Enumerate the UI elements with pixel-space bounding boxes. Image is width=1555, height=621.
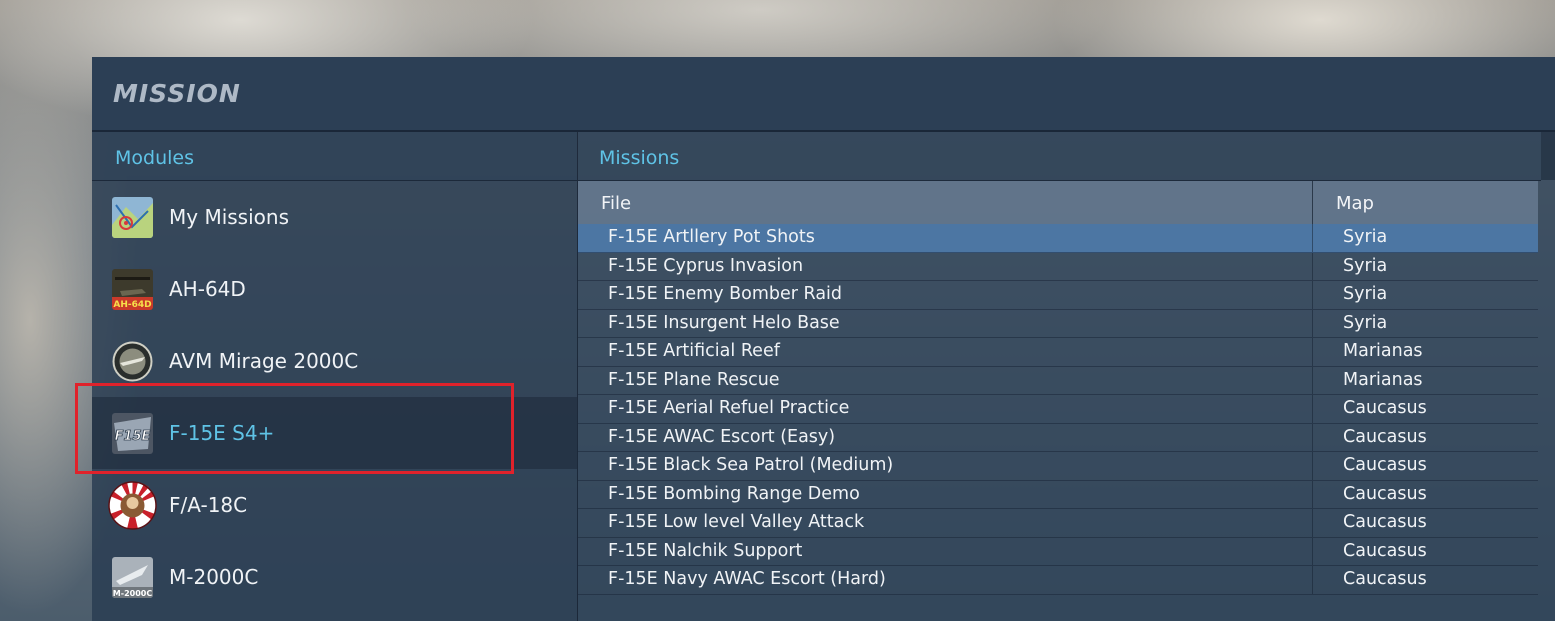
column-divider xyxy=(1312,224,1313,252)
column-divider xyxy=(1312,480,1313,508)
mission-file-cell: F-15E Artificial Reef xyxy=(608,341,780,361)
missions-table-body: F-15E Artllery Pot Shots Syria F-15E Cypru… xyxy=(578,224,1538,595)
mission-map-cell: Marianas xyxy=(1343,369,1423,390)
modules-header-label: Modules xyxy=(115,147,194,169)
module-item-ah-64d[interactable]: AH-64D AH-64D xyxy=(92,253,577,325)
column-divider xyxy=(1312,366,1313,394)
mission-file-cell: F-15E Enemy Bomber Raid xyxy=(608,284,843,304)
mission-file-cell: F-15E Plane Rescue xyxy=(608,369,780,390)
scrollbar[interactable] xyxy=(1541,132,1555,180)
mission-map-cell: Caucasus xyxy=(1343,512,1427,532)
column-divider xyxy=(1312,281,1313,309)
module-item-fa-18c[interactable]: F/A-18C xyxy=(92,469,577,541)
ah64d-icon: AH-64D xyxy=(112,269,153,310)
mission-map-cell: Marianas xyxy=(1343,341,1423,361)
module-label: M-2000C xyxy=(169,565,259,589)
mission-map-cell: Caucasus xyxy=(1343,426,1427,447)
column-divider xyxy=(1312,338,1313,366)
mission-file-cell: F-15E Black Sea Patrol (Medium) xyxy=(608,455,894,475)
mirage-emblem-icon xyxy=(112,341,153,382)
modules-header: Modules xyxy=(92,132,577,181)
mission-file-cell: F-15E Bombing Range Demo xyxy=(608,483,860,504)
fa18c-roundel-icon xyxy=(108,481,157,530)
column-divider xyxy=(1312,509,1313,537)
mission-row[interactable]: F-15E Navy AWAC Escort (Hard) Caucasus xyxy=(578,566,1538,595)
mission-file-cell: F-15E Navy AWAC Escort (Hard) xyxy=(608,569,886,589)
mission-row[interactable]: F-15E Cyprus Invasion Syria xyxy=(578,252,1538,281)
mission-map-cell: Syria xyxy=(1343,312,1388,333)
column-divider xyxy=(1312,452,1313,480)
column-header-file[interactable]: File xyxy=(601,193,631,214)
mission-window: MISSION Modules My Missions AH-64D AH-64… xyxy=(92,57,1555,621)
column-divider xyxy=(1312,423,1313,451)
m2000c-icon: M-2000C xyxy=(112,557,153,598)
modules-panel: Modules My Missions AH-64D AH-64D AVM Mi… xyxy=(92,132,578,621)
mission-row[interactable]: F-15E Artllery Pot Shots Syria xyxy=(578,224,1538,253)
column-divider[interactable] xyxy=(1312,181,1313,224)
mission-map-cell: Caucasus xyxy=(1343,398,1427,418)
column-divider xyxy=(1312,566,1313,594)
title-bar: MISSION xyxy=(92,57,1555,132)
column-header-map[interactable]: Map xyxy=(1336,193,1374,214)
mission-map-cell: Syria xyxy=(1343,255,1388,276)
mission-map-cell: Caucasus xyxy=(1343,569,1427,589)
mission-map-cell: Caucasus xyxy=(1343,540,1427,561)
f15e-icon: F15E xyxy=(112,413,153,454)
mission-row[interactable]: F-15E Nalchik Support Caucasus xyxy=(578,537,1538,566)
column-divider xyxy=(1312,252,1313,280)
mission-row[interactable]: F-15E Insurgent Helo Base Syria xyxy=(578,309,1538,338)
column-divider xyxy=(1312,395,1313,423)
mission-file-cell: F-15E Cyprus Invasion xyxy=(608,255,804,276)
mission-file-cell: F-15E Insurgent Helo Base xyxy=(608,312,840,333)
mission-file-cell: F-15E Low level Valley Attack xyxy=(608,512,865,532)
ah64d-icon-text: AH-64D xyxy=(113,300,151,310)
module-item-f-15e-s4[interactable]: F15E F-15E S4+ xyxy=(92,397,577,469)
module-item-my-missions[interactable]: My Missions xyxy=(92,181,577,253)
mission-row[interactable]: F-15E Low level Valley Attack Caucasus xyxy=(578,509,1538,538)
missions-table-header: File Map xyxy=(578,181,1538,225)
f15e-icon-text: F15E xyxy=(115,429,151,444)
column-divider xyxy=(1312,309,1313,337)
module-label: F/A-18C xyxy=(169,493,248,517)
module-item-m-2000c[interactable]: M-2000C M-2000C xyxy=(92,541,577,613)
missions-header-label: Missions xyxy=(599,147,680,169)
mission-file-cell: F-15E Nalchik Support xyxy=(608,540,803,561)
mission-row[interactable]: F-15E Enemy Bomber Raid Syria xyxy=(578,281,1538,310)
missions-header: Missions xyxy=(578,132,1541,181)
mission-file-cell: F-15E Artllery Pot Shots xyxy=(608,227,815,247)
mission-row[interactable]: F-15E Black Sea Patrol (Medium) Caucasus xyxy=(578,452,1538,481)
map-icon xyxy=(112,197,153,238)
m2000c-icon-text: M-2000C xyxy=(113,589,153,598)
module-label: F-15E S4+ xyxy=(169,421,275,445)
window-title: MISSION xyxy=(113,79,241,108)
module-label: AH-64D xyxy=(169,277,246,301)
mission-map-cell: Caucasus xyxy=(1343,483,1427,504)
mission-row[interactable]: F-15E Aerial Refuel Practice Caucasus xyxy=(578,395,1538,424)
mission-map-cell: Syria xyxy=(1343,227,1388,247)
module-label: My Missions xyxy=(169,205,289,229)
mission-row[interactable]: F-15E Artificial Reef Marianas xyxy=(578,338,1538,367)
module-label: AVM Mirage 2000C xyxy=(169,349,359,373)
missions-panel: Missions File Map F-15E Artllery Pot Sho… xyxy=(578,132,1555,621)
mission-row[interactable]: F-15E AWAC Escort (Easy) Caucasus xyxy=(578,423,1538,452)
mission-row[interactable]: F-15E Bombing Range Demo Caucasus xyxy=(578,480,1538,509)
module-item-avm-mirage-2000c[interactable]: AVM Mirage 2000C xyxy=(92,325,577,397)
mission-row[interactable]: F-15E Plane Rescue Marianas xyxy=(578,366,1538,395)
mission-map-cell: Caucasus xyxy=(1343,455,1427,475)
mission-file-cell: F-15E Aerial Refuel Practice xyxy=(608,398,850,418)
column-divider xyxy=(1312,537,1313,565)
mission-file-cell: F-15E AWAC Escort (Easy) xyxy=(608,426,836,447)
mission-map-cell: Syria xyxy=(1343,284,1388,304)
